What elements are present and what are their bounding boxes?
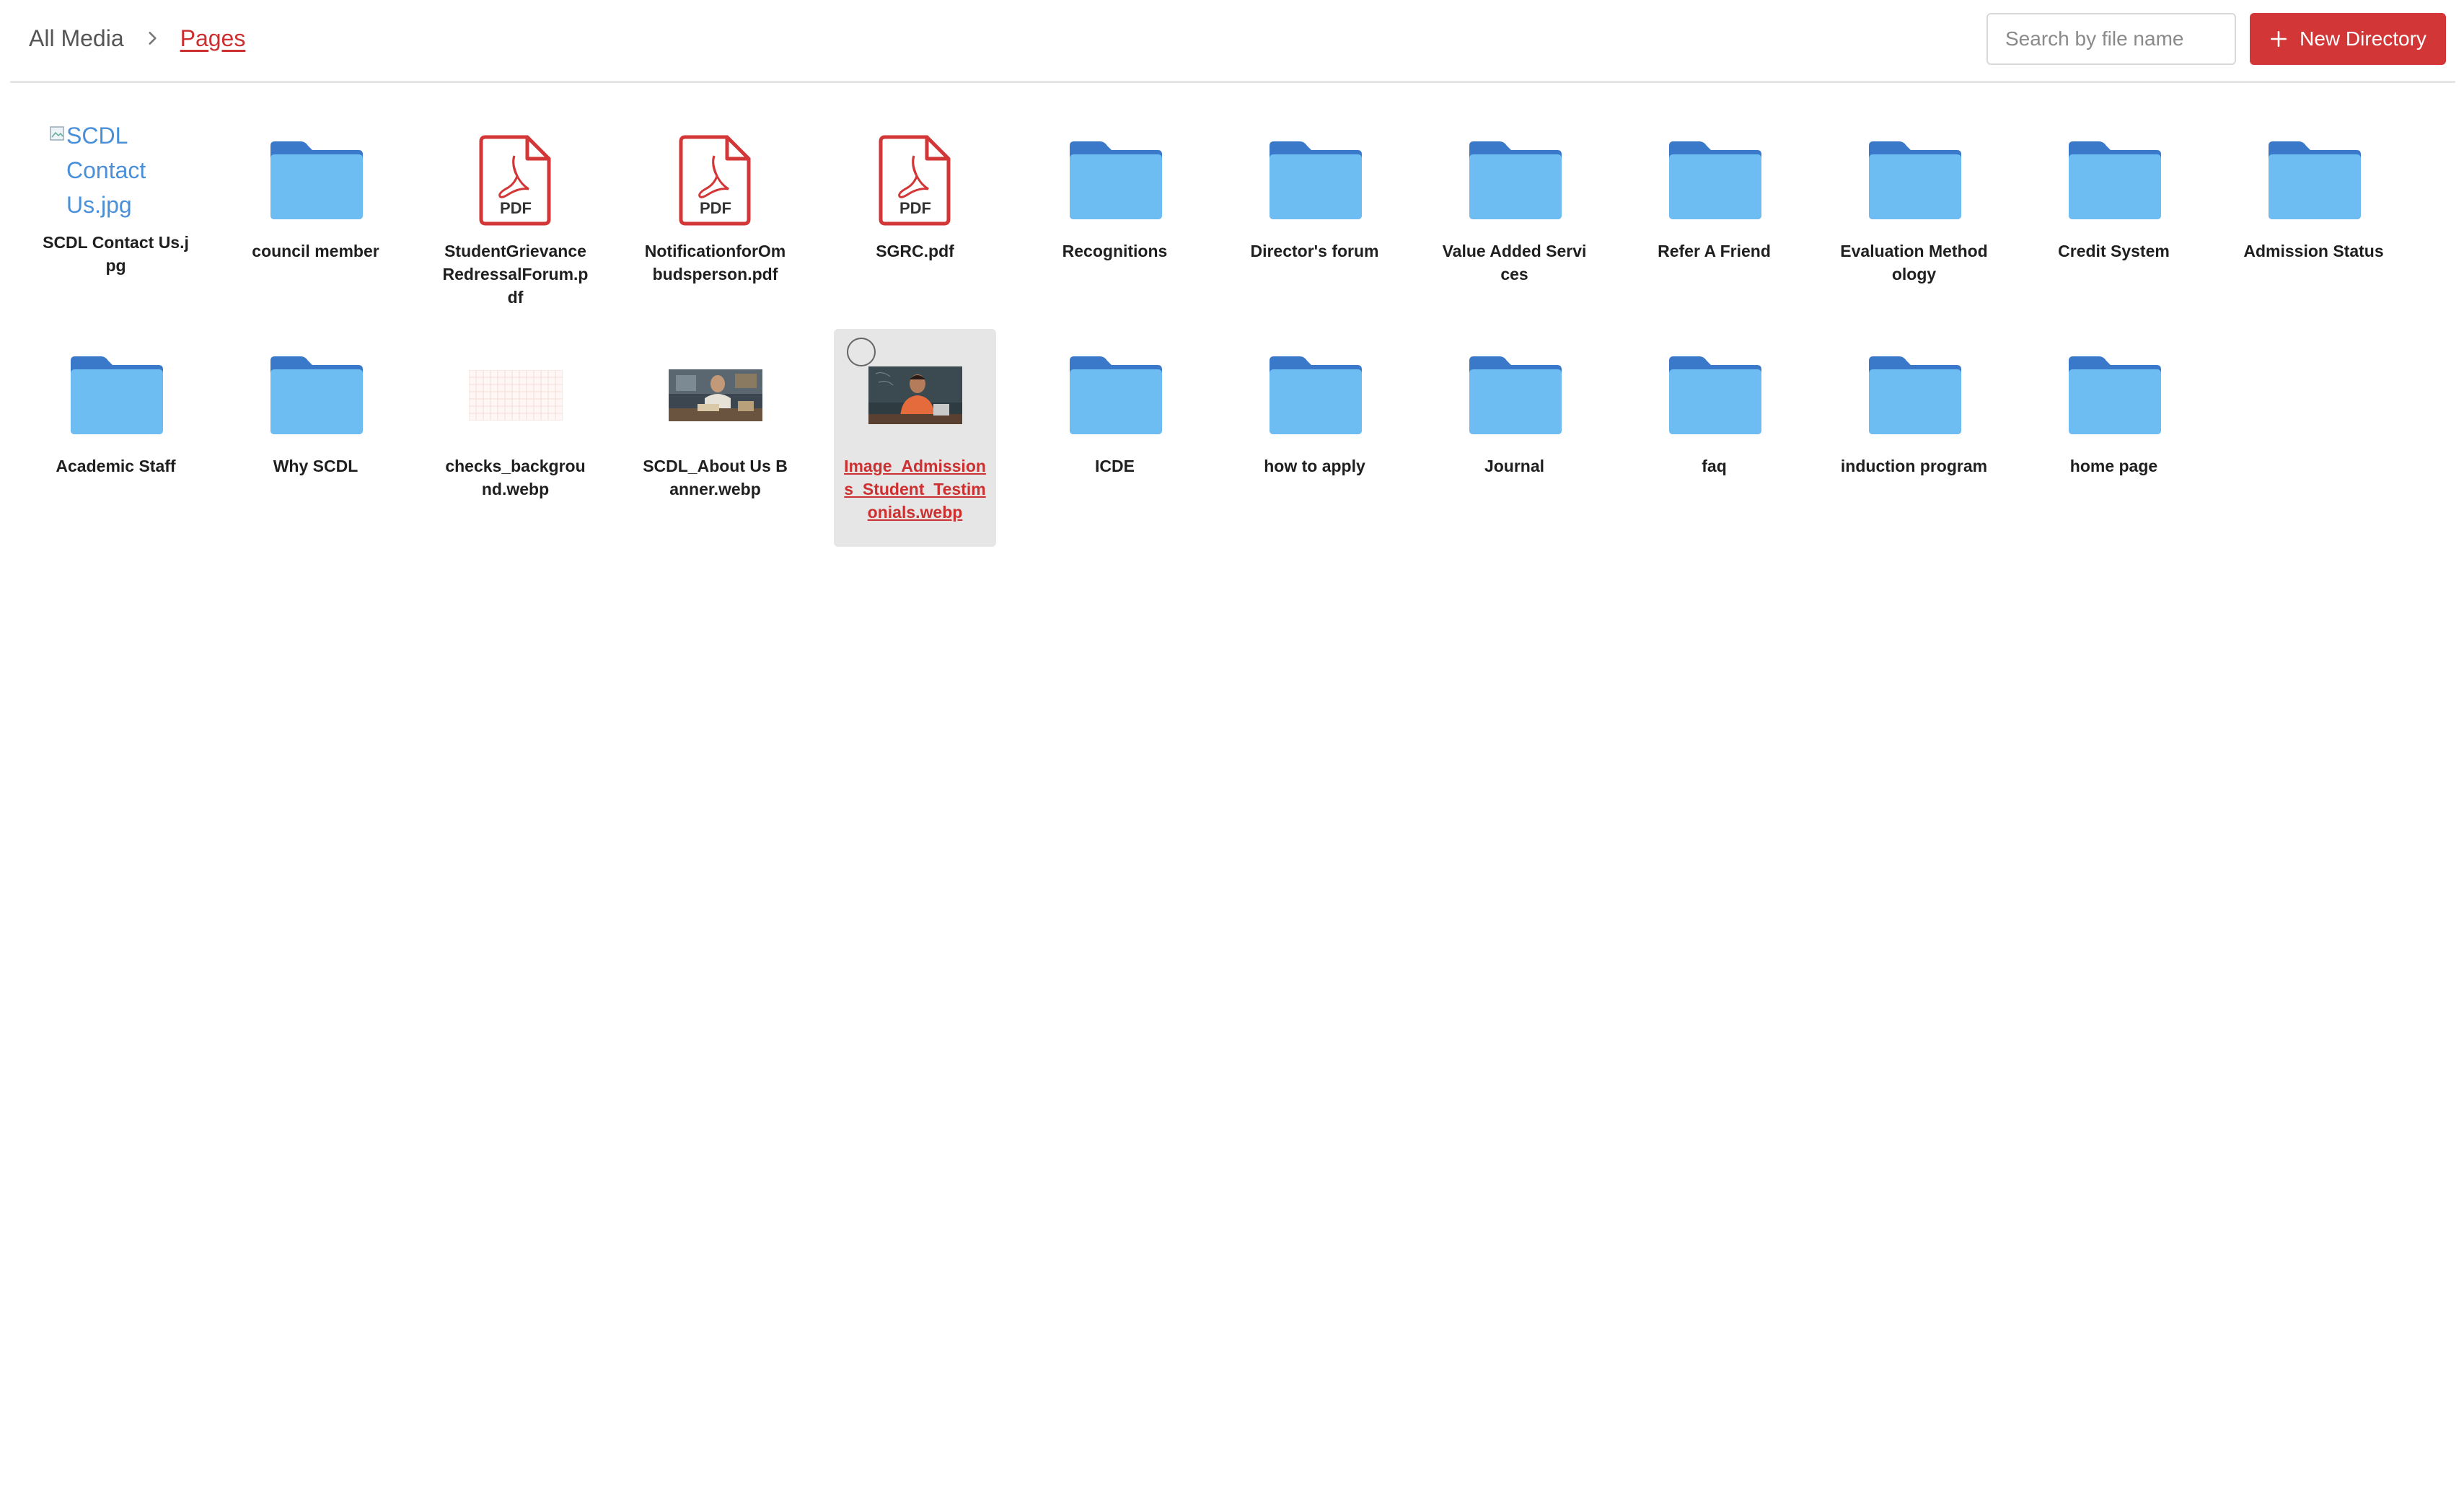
file-item[interactable]: SCDL Contact Us.jpg SCDL Contact Us.jpg (35, 114, 197, 309)
pdf-file-icon: PDF (865, 134, 966, 227)
folder-icon (265, 134, 366, 227)
file-item[interactable]: PDF NotificationforOmbudsperson.pdf (634, 114, 796, 309)
plus-icon (2271, 30, 2287, 48)
folder-icon (265, 349, 366, 441)
file-item[interactable]: PDF SGRC.pdf (834, 114, 996, 309)
folder-item[interactable]: Refer A Friend (1633, 114, 1795, 309)
item-name: Journal (1484, 457, 1545, 475)
folder-item[interactable]: Value Added Services (1433, 114, 1596, 309)
folder-icon (1065, 134, 1166, 227)
item-name: how to apply (1264, 457, 1365, 475)
file-item[interactable]: SCDL_About Us Banner.webp (634, 329, 796, 547)
folder-icon (1264, 134, 1365, 227)
file-item[interactable]: Image_Admissions_Student_Testimonials.we… (834, 329, 996, 547)
image-thumbnail (465, 349, 566, 441)
breadcrumb: All Media Pages (29, 23, 245, 53)
breadcrumb-all-media[interactable]: All Media (29, 25, 124, 52)
item-name: StudentGrievanceRedressalForum.pdf (442, 242, 589, 307)
folder-icon (1664, 134, 1765, 227)
top-bar: All Media Pages New Directory (10, 0, 2455, 83)
broken-image-placeholder: SCDL Contact Us.jpg (49, 118, 179, 227)
pdf-file-icon: PDF (665, 134, 766, 227)
folder-item[interactable]: Director's forum (1233, 114, 1396, 309)
folder-item[interactable]: Journal (1433, 329, 1596, 547)
folder-item[interactable]: Why SCDL (234, 329, 397, 547)
item-name: home page (2069, 457, 2158, 475)
folder-icon (2263, 134, 2364, 227)
item-name: Admission Status (2243, 242, 2384, 260)
search-input[interactable] (1986, 13, 2236, 65)
pdf-file-icon: PDF (465, 134, 566, 227)
folder-item[interactable]: Academic Staff (35, 329, 197, 547)
item-name: ICDE (1095, 457, 1135, 475)
new-directory-label: New Directory (2300, 27, 2426, 50)
item-name: Value Added Services (1442, 242, 1587, 283)
folder-item[interactable]: Admission Status (2232, 114, 2395, 309)
folder-item[interactable]: Recognitions (1034, 114, 1196, 309)
item-name: NotificationforOmbudsperson.pdf (644, 242, 786, 283)
folder-item[interactable]: home page (2033, 329, 2195, 547)
select-radio[interactable] (847, 338, 876, 366)
new-directory-button[interactable]: New Directory (2250, 13, 2446, 65)
folder-icon (1864, 349, 1965, 441)
folder-icon (1065, 349, 1166, 441)
chevron-right-icon (143, 29, 162, 48)
item-name: Refer A Friend (1658, 242, 1771, 260)
media-grid: SCDL Contact Us.jpg SCDL Contact Us.jpg c… (35, 114, 2395, 547)
folder-item[interactable]: Credit System (2033, 114, 2195, 309)
item-name: SCDL Contact Us.jpg (43, 233, 189, 275)
broken-image-icon (50, 126, 64, 141)
folder-icon (1664, 349, 1765, 441)
folder-item[interactable]: ICDE (1034, 329, 1196, 547)
folder-icon (1864, 134, 1965, 227)
folder-icon (2064, 134, 2165, 227)
folder-item[interactable]: how to apply (1233, 329, 1396, 547)
folder-icon (1464, 349, 1565, 441)
item-name: council member (252, 242, 379, 260)
item-name: Academic Staff (56, 457, 176, 475)
item-name: Credit System (2058, 242, 2170, 260)
item-name: SGRC.pdf (876, 242, 954, 260)
item-name: checks_background.webp (445, 457, 586, 498)
folder-item[interactable]: council member (234, 114, 397, 309)
item-name: Recognitions (1062, 242, 1168, 260)
folder-icon (1264, 349, 1365, 441)
item-name: SCDL_About Us Banner.webp (643, 457, 788, 498)
breadcrumb-current[interactable]: Pages (180, 25, 246, 52)
item-name: Director's forum (1250, 242, 1379, 260)
pdf-badge: PDF (500, 199, 532, 217)
folder-item[interactable]: induction program (1833, 329, 1995, 547)
image-thumbnail (865, 349, 966, 441)
folder-item[interactable]: faq (1633, 329, 1795, 547)
file-item[interactable]: PDF StudentGrievanceRedressalForum.pdf (434, 114, 597, 309)
folder-icon (66, 349, 167, 441)
item-name: induction program (1840, 457, 1988, 475)
item-name: Why SCDL (273, 457, 358, 475)
item-name: faq (1702, 457, 1727, 475)
image-thumbnail (665, 349, 766, 441)
broken-image-alt: SCDL Contact Us.jpg (66, 123, 146, 218)
file-item[interactable]: checks_background.webp (434, 329, 597, 547)
item-name: Evaluation Methodology (1840, 242, 1988, 283)
folder-icon (1464, 134, 1565, 227)
folder-icon (2064, 349, 2165, 441)
pdf-badge: PDF (700, 199, 731, 217)
folder-item[interactable]: Evaluation Methodology (1833, 114, 1995, 309)
item-name: Image_Admissions_Student_Testimonials.we… (844, 457, 986, 522)
pdf-badge: PDF (899, 199, 931, 217)
